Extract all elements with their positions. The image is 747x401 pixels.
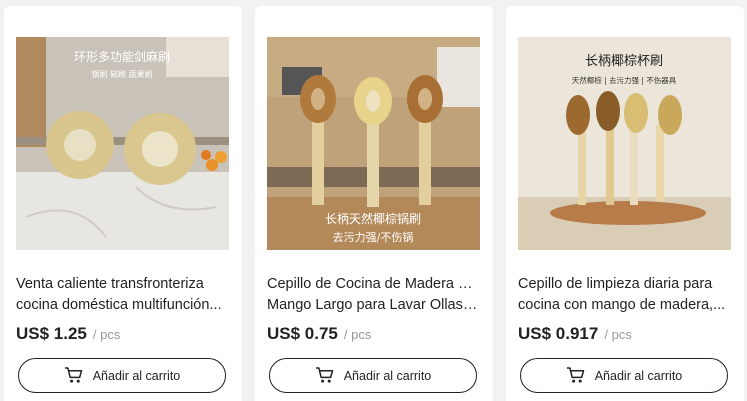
add-to-cart-button[interactable]: Añadir al carrito — [18, 358, 226, 393]
product-card[interactable]: 长柄天然椰棕锅刷 去污力强/不伤锅 Cepillo de Cocina de M… — [255, 6, 493, 401]
product-image[interactable]: 长柄天然椰棕锅刷 去污力强/不伤锅 — [267, 37, 480, 250]
image-subcaption: 锅刷 碗刷 蔬果刷 — [91, 69, 152, 79]
price-unit: / pcs — [604, 327, 632, 342]
product-price: US$ 0.75 — [267, 324, 338, 343]
price-row: US$ 1.25 / pcs — [16, 324, 120, 344]
cart-icon — [64, 367, 83, 383]
cart-icon — [315, 367, 334, 383]
image-caption: 长柄椰棕杯刷 — [585, 54, 663, 69]
price-unit: / pcs — [92, 327, 121, 342]
product-price: US$ 0.917 — [518, 324, 599, 343]
image-subcaption: 去污力强/不伤锅 — [333, 231, 414, 244]
image-caption: 环形多功能剑麻刷 — [74, 49, 170, 64]
product-image[interactable]: 环形多功能剑麻刷 锅刷 碗刷 蔬果刷 — [16, 37, 229, 250]
add-to-cart-label: Añadir al carrito — [92, 368, 181, 383]
add-to-cart-label: Añadir al carrito — [594, 368, 683, 383]
product-image[interactable]: 长柄椰棕杯刷 天然椰棕 | 去污力强 | 不伤器具 — [518, 37, 731, 250]
add-to-cart-label: Añadir al carrito — [343, 368, 432, 383]
product-title[interactable]: Cepillo de Cocina de Madera con Mango La… — [267, 274, 479, 316]
product-price: US$ 1.25 — [16, 324, 87, 343]
product-title[interactable]: Cepillo de limpieza diaria para cocina c… — [518, 274, 730, 316]
product-card[interactable]: 环形多功能剑麻刷 锅刷 碗刷 蔬果刷 Venta caliente transf… — [4, 6, 242, 401]
image-caption: 长柄天然椰棕锅刷 — [325, 211, 421, 226]
price-row: US$ 0.917 / pcs — [518, 324, 632, 344]
image-subcaption: 天然椰棕 | 去污力强 | 不伤器具 — [572, 75, 677, 85]
price-row: US$ 0.75 / pcs — [267, 324, 371, 344]
cart-icon — [566, 367, 585, 383]
add-to-cart-button[interactable]: Añadir al carrito — [269, 358, 477, 393]
product-card[interactable]: 长柄椰棕杯刷 天然椰棕 | 去污力强 | 不伤器具 Cepillo de lim… — [506, 6, 744, 401]
price-unit: / pcs — [343, 327, 372, 342]
product-title[interactable]: Venta caliente transfronteriza cocina do… — [16, 274, 228, 316]
add-to-cart-button[interactable]: Añadir al carrito — [520, 358, 728, 393]
